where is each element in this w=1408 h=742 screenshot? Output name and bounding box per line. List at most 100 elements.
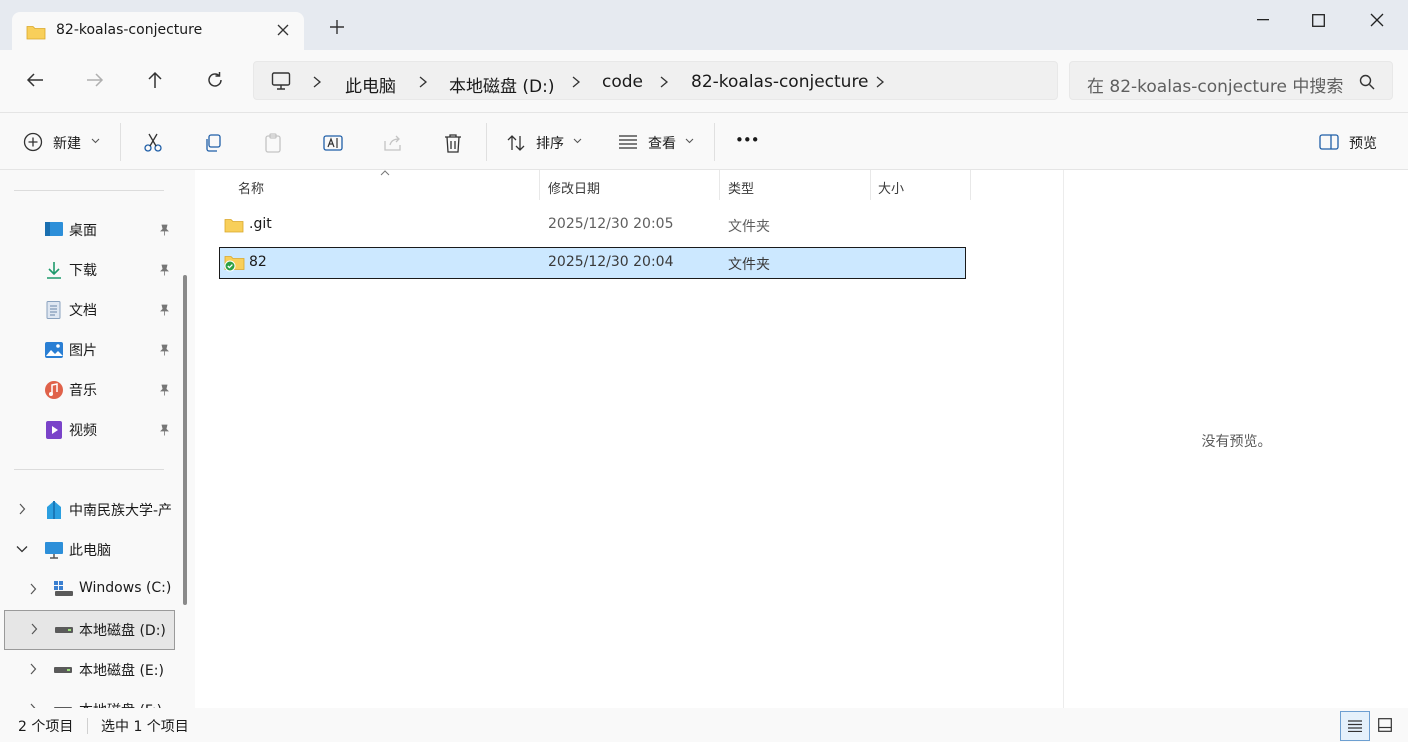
sidebar-scrollbar[interactable] <box>183 275 187 605</box>
back-button[interactable] <box>26 71 44 89</box>
breadcrumb-this-pc[interactable]: 此电脑 <box>345 72 396 97</box>
table-row[interactable]: 82 2025/12/30 20:04 文件夹 <box>219 247 966 279</box>
divider <box>14 469 164 470</box>
search-box[interactable]: 在 82-koalas-conjecture 中搜索 <box>1069 61 1393 100</box>
pin-icon[interactable] <box>158 384 170 396</box>
folder-icon <box>26 24 46 40</box>
share-icon[interactable] <box>383 133 403 153</box>
chevron-right-icon[interactable] <box>312 75 322 89</box>
chevron-right-icon[interactable] <box>29 663 37 675</box>
sidebar-item-pictures[interactable]: 图片 <box>0 330 175 370</box>
chevron-down-icon[interactable] <box>573 138 582 144</box>
sidebar-item-documents[interactable]: 文档 <box>0 290 175 330</box>
windows-drive-icon <box>54 581 74 597</box>
sidebar-item-music[interactable]: 音乐 <box>0 370 175 410</box>
sidebar-item-cloud-folder[interactable]: 中南民族大学-产 <box>0 490 175 530</box>
title-bar: 82-koalas-conjecture <box>0 0 1408 50</box>
file-modified: 2025/12/30 20:04 <box>548 254 674 270</box>
minimize-button[interactable] <box>1240 10 1286 30</box>
more-options-button[interactable]: ••• <box>735 131 760 149</box>
table-row[interactable]: .git 2025/12/30 20:05 文件夹 <box>219 210 966 242</box>
sort-button[interactable]: 排序 <box>536 133 564 153</box>
forward-button[interactable] <box>86 71 104 89</box>
column-header-modified[interactable]: 修改日期 <box>548 178 600 197</box>
pin-icon[interactable] <box>158 264 170 276</box>
delete-icon[interactable] <box>443 133 463 153</box>
chevron-right-icon[interactable] <box>29 583 37 595</box>
column-divider[interactable] <box>870 170 871 200</box>
pin-icon[interactable] <box>158 424 170 436</box>
chevron-right-icon[interactable] <box>659 75 669 89</box>
cut-icon[interactable] <box>143 133 163 153</box>
sidebar-item-label: 桌面 <box>69 223 97 239</box>
folder-synced-icon <box>224 254 246 272</box>
column-header-name[interactable]: 名称 <box>238 178 264 197</box>
view-button[interactable]: 查看 <box>648 133 676 153</box>
chevron-right-icon[interactable] <box>571 75 581 89</box>
sidebar-item-this-pc[interactable]: 此电脑 <box>0 530 175 570</box>
column-divider[interactable] <box>539 170 540 200</box>
copy-icon[interactable] <box>203 133 223 153</box>
chevron-down-icon[interactable] <box>91 138 100 144</box>
breadcrumb-code[interactable]: code <box>602 72 643 92</box>
sidebar-item-drive-f[interactable]: 本地磁盘 (F:) <box>0 690 175 708</box>
search-input[interactable]: 在 82-koalas-conjecture 中搜索 <box>1087 72 1343 97</box>
chevron-right-icon[interactable] <box>30 623 38 635</box>
sidebar-item-videos[interactable]: 视频 <box>0 410 175 450</box>
new-tab-button[interactable] <box>330 20 344 34</box>
preview-pane-icon[interactable] <box>1319 134 1339 150</box>
sidebar-item-label: 文档 <box>69 303 97 319</box>
column-divider[interactable] <box>719 170 720 200</box>
sidebar-item-label: 此电脑 <box>69 543 111 559</box>
new-button[interactable]: 新建 <box>53 133 81 153</box>
sidebar-item-downloads[interactable]: 下载 <box>0 250 175 290</box>
close-window-button[interactable] <box>1354 10 1400 30</box>
sidebar-item-desktop[interactable]: 桌面 <box>0 210 175 250</box>
up-button[interactable] <box>146 71 164 89</box>
column-header-type[interactable]: 类型 <box>728 178 754 197</box>
preview-message: 没有预览。 <box>1201 434 1272 450</box>
column-header-size[interactable]: 大小 <box>878 178 904 197</box>
close-tab-icon[interactable] <box>276 23 290 37</box>
navigation-pane: 桌面 下载 文档 图片 音乐 视频 中南民族大学-产 此电脑 Windows (… <box>0 170 195 708</box>
details-view-button[interactable] <box>1340 711 1370 741</box>
maximize-button[interactable] <box>1295 10 1341 30</box>
pin-icon[interactable] <box>158 224 170 236</box>
paste-icon[interactable] <box>263 133 283 153</box>
selection-count: 选中 1 个项目 <box>101 719 189 735</box>
pin-icon[interactable] <box>158 344 170 356</box>
tab-active[interactable]: 82-koalas-conjecture <box>12 12 304 50</box>
rename-icon[interactable] <box>323 133 343 153</box>
pc-icon <box>44 541 64 559</box>
chevron-down-icon[interactable] <box>16 545 28 553</box>
address-bar[interactable]: 此电脑 本地磁盘 (D:) code 82-koalas-conjecture <box>253 61 1058 100</box>
sidebar-item-drive-e[interactable]: 本地磁盘 (E:) <box>0 650 175 690</box>
sidebar-item-label: 本地磁盘 (D:) <box>79 623 166 639</box>
sort-icon[interactable] <box>506 133 526 153</box>
column-divider[interactable] <box>970 170 971 200</box>
file-type: 文件夹 <box>728 257 770 273</box>
chevron-right-icon[interactable] <box>875 75 885 89</box>
preview-button[interactable]: 预览 <box>1349 133 1377 153</box>
sidebar-item-drive-c[interactable]: Windows (C:) <box>0 570 175 610</box>
refresh-button[interactable] <box>206 71 224 89</box>
chevron-right-icon[interactable] <box>418 75 428 89</box>
search-icon[interactable] <box>1359 74 1375 90</box>
folder-icon <box>224 217 244 233</box>
sort-ascending-icon <box>380 170 390 176</box>
breadcrumb-current-folder[interactable]: 82-koalas-conjecture <box>691 72 869 92</box>
tiles-view-button[interactable] <box>1378 718 1392 732</box>
view-icon[interactable] <box>618 134 638 150</box>
file-type: 文件夹 <box>728 219 770 235</box>
breadcrumb-drive-d[interactable]: 本地磁盘 (D:) <box>449 72 555 97</box>
document-icon <box>44 301 64 319</box>
file-modified: 2025/12/30 20:05 <box>548 216 674 232</box>
tab-title: 82-koalas-conjecture <box>56 22 203 38</box>
chevron-right-icon[interactable] <box>18 503 26 515</box>
sidebar-item-drive-d[interactable]: 本地磁盘 (D:) <box>4 610 175 650</box>
file-list: 名称 修改日期 类型 大小 .git 2025/12/30 20:05 文件夹 … <box>195 170 1063 708</box>
chevron-down-icon[interactable] <box>685 138 694 144</box>
desktop-icon <box>44 221 64 239</box>
new-icon[interactable] <box>23 132 43 152</box>
pin-icon[interactable] <box>158 304 170 316</box>
